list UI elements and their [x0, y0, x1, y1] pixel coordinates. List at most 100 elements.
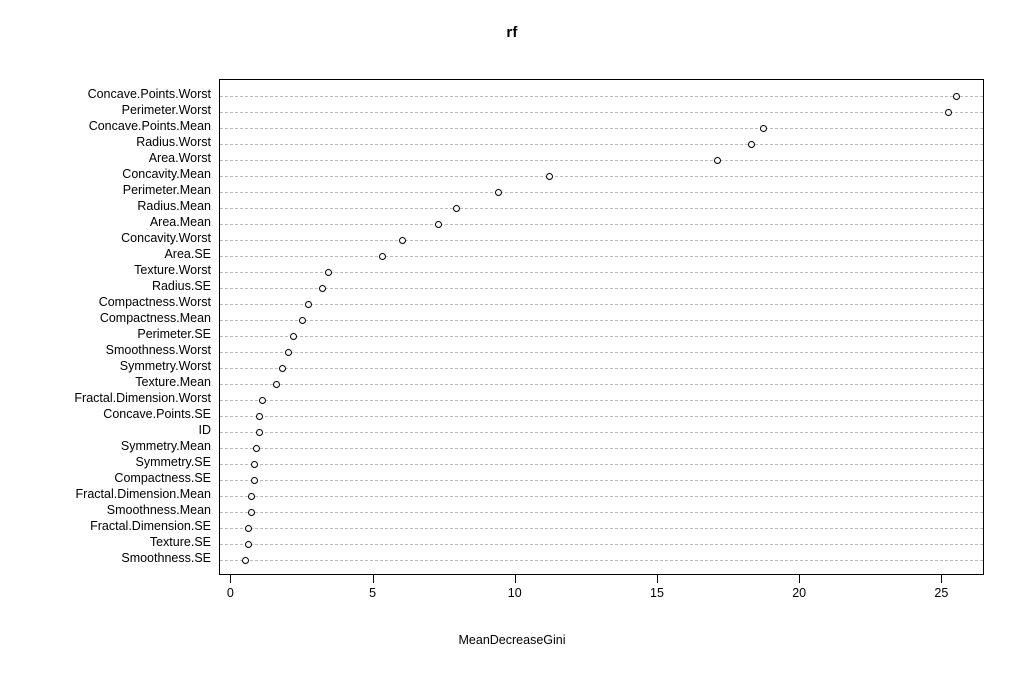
- data-point: [290, 332, 298, 340]
- data-point: [953, 92, 961, 100]
- gridline: [220, 544, 983, 545]
- data-point: [250, 476, 258, 484]
- y-axis-label: ID: [198, 423, 212, 437]
- gridline: [220, 320, 983, 321]
- gridline: [220, 352, 983, 353]
- gridline: [220, 112, 983, 113]
- gridline: [220, 400, 983, 401]
- y-axis-label: Fractal.Dimension.SE: [90, 519, 211, 533]
- y-axis-label: Concave.Points.Mean: [88, 119, 211, 133]
- data-point: [495, 188, 503, 196]
- gridline: [220, 272, 983, 273]
- x-axis: 0 5 10 15 20 25: [219, 575, 984, 635]
- x-axis-tick-label: 0: [226, 586, 234, 600]
- data-point: [242, 556, 250, 564]
- gridline: [220, 432, 983, 433]
- y-axis-label: Compactness.Worst: [98, 295, 211, 309]
- y-axis-label: Radius.Mean: [137, 199, 211, 213]
- y-axis-label: Radius.SE: [151, 279, 211, 293]
- y-axis-label: Compactness.SE: [114, 471, 211, 485]
- y-axis-label: Smoothness.Mean: [106, 503, 211, 517]
- y-axis-label: Perimeter.Worst: [121, 103, 211, 117]
- x-axis-tick: [941, 575, 943, 583]
- gridline: [220, 144, 983, 145]
- x-axis-tick: [656, 575, 658, 583]
- plot-area: [219, 79, 984, 575]
- data-point: [546, 172, 554, 180]
- gridline: [220, 192, 983, 193]
- gridline: [220, 208, 983, 209]
- y-axis-label: Symmetry.SE: [135, 455, 211, 469]
- gridline: [220, 496, 983, 497]
- data-point: [759, 124, 767, 132]
- y-axis-label: Concave.Points.Worst: [87, 87, 211, 101]
- y-axis-label: Area.Worst: [148, 151, 211, 165]
- x-axis-tick: [230, 575, 232, 583]
- x-axis-tick-label: 20: [792, 586, 807, 600]
- data-point: [378, 252, 386, 260]
- data-point: [748, 140, 756, 148]
- gridline: [220, 368, 983, 369]
- y-axis-label: Concavity.Worst: [121, 231, 211, 245]
- gridline: [220, 336, 983, 337]
- gridline: [220, 288, 983, 289]
- data-point: [253, 444, 261, 452]
- data-point: [256, 412, 264, 420]
- gridline: [220, 448, 983, 449]
- data-point: [244, 524, 252, 532]
- y-axis-label: Area.SE: [164, 247, 211, 261]
- gridline: [220, 560, 983, 561]
- y-axis-label: Texture.Worst: [134, 263, 211, 277]
- gridline: [220, 128, 983, 129]
- data-point: [304, 300, 312, 308]
- data-point: [944, 108, 952, 116]
- data-point: [398, 236, 406, 244]
- data-point: [259, 396, 267, 404]
- y-axis-label: Concavity.Mean: [122, 167, 211, 181]
- y-axis-label: Texture.Mean: [135, 375, 211, 389]
- gridline: [220, 176, 983, 177]
- y-axis-label: Fractal.Dimension.Mean: [75, 487, 211, 501]
- data-point: [273, 380, 281, 388]
- x-axis-tick: [372, 575, 374, 583]
- data-point: [324, 268, 332, 276]
- data-point: [247, 492, 255, 500]
- data-points: [220, 80, 983, 574]
- y-axis-label: Perimeter.Mean: [122, 183, 211, 197]
- y-axis-label: Area.Mean: [149, 215, 211, 229]
- gridline: [220, 160, 983, 161]
- gridline: [220, 256, 983, 257]
- gridline: [220, 512, 983, 513]
- gridline: [220, 384, 983, 385]
- gridline: [220, 464, 983, 465]
- data-point: [452, 204, 460, 212]
- data-point: [298, 316, 306, 324]
- x-axis-label: MeanDecreaseGini: [458, 633, 566, 647]
- y-axis-label: Symmetry.Worst: [119, 359, 211, 373]
- y-axis-label: Compactness.Mean: [99, 311, 211, 325]
- data-point: [256, 428, 264, 436]
- variable-importance-plot: rf Concave.Points.Worst Perimeter.Worst Co…: [0, 0, 1024, 677]
- gridline: [220, 416, 983, 417]
- y-axis-label: Smoothness.SE: [121, 551, 211, 565]
- data-point: [318, 284, 326, 292]
- gridline: [220, 240, 983, 241]
- data-point: [435, 220, 443, 228]
- data-point: [244, 540, 252, 548]
- y-axis-label: Perimeter.SE: [137, 327, 211, 341]
- page-title: rf: [506, 24, 518, 41]
- x-axis-tick: [514, 575, 516, 583]
- gridline: [220, 96, 983, 97]
- data-point: [714, 156, 722, 164]
- data-point: [247, 508, 255, 516]
- gridline: [220, 528, 983, 529]
- data-point: [284, 348, 292, 356]
- data-point: [250, 460, 258, 468]
- x-axis-tick: [799, 575, 801, 583]
- gridline: [220, 304, 983, 305]
- x-axis-tick-label: 25: [934, 586, 949, 600]
- y-axis-label: Smoothness.Worst: [105, 343, 211, 357]
- y-axis-label: Radius.Worst: [136, 135, 211, 149]
- y-axis-label: Concave.Points.SE: [103, 407, 211, 421]
- y-axis-label: Texture.SE: [149, 535, 211, 549]
